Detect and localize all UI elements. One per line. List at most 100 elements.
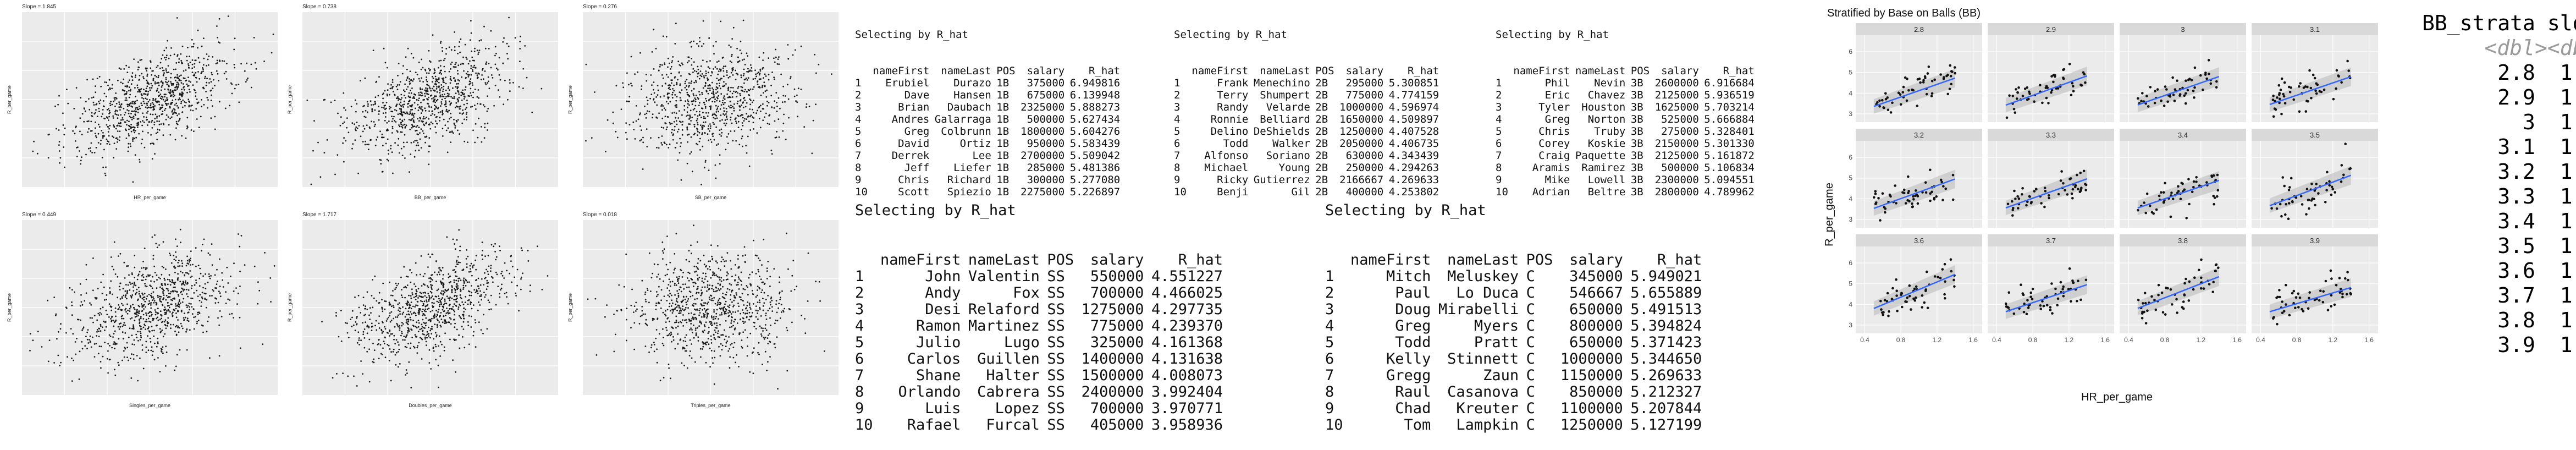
scatter-point: [442, 99, 443, 101]
scatter-point: [162, 85, 163, 86]
scatter-point: [716, 96, 718, 98]
scatter-point: [679, 152, 681, 153]
scatter-point: [409, 78, 410, 80]
scatter-point: [727, 273, 729, 275]
scatter-point: [672, 327, 674, 328]
scatter-point: [731, 38, 733, 40]
scatter-point: [411, 105, 413, 106]
scatter-point: [707, 87, 709, 89]
scatter-point: [703, 255, 705, 256]
scatter-point: [409, 119, 410, 120]
scatter-point: [696, 81, 697, 83]
scatter-point: [783, 123, 785, 124]
scatter-point: [418, 100, 420, 101]
scatter-point: [635, 138, 636, 140]
scatter-point: [140, 333, 142, 334]
scatter-point: [162, 82, 164, 84]
scatter-point: [214, 129, 216, 130]
scatter-point: [244, 70, 246, 72]
scatter-point: [428, 163, 429, 165]
scatter-point: [472, 106, 473, 107]
scatter-point: [464, 347, 465, 349]
scatter-point: [146, 98, 148, 100]
scatter-point: [417, 104, 419, 106]
scatter-point: [471, 95, 472, 97]
scatter-point: [186, 92, 188, 94]
scatter-point: [482, 250, 483, 251]
scatter-point: [130, 377, 132, 379]
scatter-point: [382, 311, 383, 312]
scatter-point: [184, 275, 185, 276]
scatter-point: [741, 284, 742, 286]
scatter-point: [631, 305, 632, 306]
scatter-point: [787, 44, 789, 46]
scatter-point: [63, 134, 65, 135]
scatter-point: [238, 293, 239, 294]
scatter-point: [638, 118, 639, 120]
scatter-point: [163, 336, 164, 337]
scatter-point: [759, 73, 761, 74]
scatter-point: [120, 107, 122, 108]
scatter-point: [456, 295, 458, 297]
scatter-point: [748, 77, 749, 79]
panel-title: Slope = 1.717: [302, 212, 337, 218]
scatter-point: [130, 124, 132, 125]
scatter-point: [191, 285, 193, 287]
scatter-point: [410, 319, 412, 321]
scatter-point: [411, 288, 413, 290]
scatter-point: [706, 61, 708, 63]
scatter-point: [729, 289, 731, 290]
scatter-point: [792, 260, 794, 261]
scatter-point: [205, 76, 206, 78]
scatter-point: [688, 118, 690, 120]
scatter-point: [689, 114, 691, 116]
scatter-point: [723, 107, 725, 109]
scatter-point: [428, 73, 430, 74]
scatter-point: [704, 118, 706, 119]
scatter-point: [752, 89, 754, 90]
scatter-point: [818, 64, 820, 65]
scatter-point: [115, 311, 117, 313]
scatter-point: [651, 84, 653, 86]
scatter-point: [154, 234, 156, 236]
scatter-point: [152, 70, 154, 72]
scatter-point: [131, 83, 133, 85]
scatter-point: [164, 306, 166, 308]
scatter-point: [694, 70, 696, 72]
scatter-point: [626, 72, 628, 74]
scatter-point: [200, 273, 202, 275]
scatter-point: [440, 84, 442, 86]
scatter-point: [730, 105, 732, 106]
scatter-point: [169, 311, 171, 313]
scatter-point: [465, 285, 467, 287]
scatter-point: [150, 304, 152, 306]
scatter-point: [199, 300, 201, 301]
scatter-point: [703, 43, 704, 45]
scatter-point: [475, 279, 477, 281]
scatter-point: [701, 92, 703, 94]
scatter-point: [418, 312, 420, 314]
scatter-point: [363, 116, 365, 118]
scatter-point: [174, 53, 175, 55]
scatter-point: [130, 102, 131, 104]
scatter-point: [512, 266, 514, 267]
scatter-point: [454, 31, 455, 33]
scatter-point: [415, 72, 417, 73]
scatter-point: [218, 290, 220, 292]
scatter-point: [102, 136, 104, 138]
scatter-point: [654, 92, 655, 94]
scatter-point: [412, 306, 414, 308]
scatter-point: [143, 116, 145, 118]
scatter-point: [424, 142, 426, 144]
scatter-point: [387, 139, 389, 140]
scatter-point: [409, 100, 411, 101]
scatter-point: [440, 341, 442, 343]
scatter-point: [487, 286, 489, 287]
scatter-point: [188, 65, 190, 67]
scatter-point: [95, 122, 96, 123]
scatter-point: [176, 105, 178, 107]
scatter-point: [422, 326, 423, 328]
scatter-point: [436, 100, 438, 102]
scatter-point: [402, 65, 404, 67]
scatter-point: [724, 102, 726, 103]
